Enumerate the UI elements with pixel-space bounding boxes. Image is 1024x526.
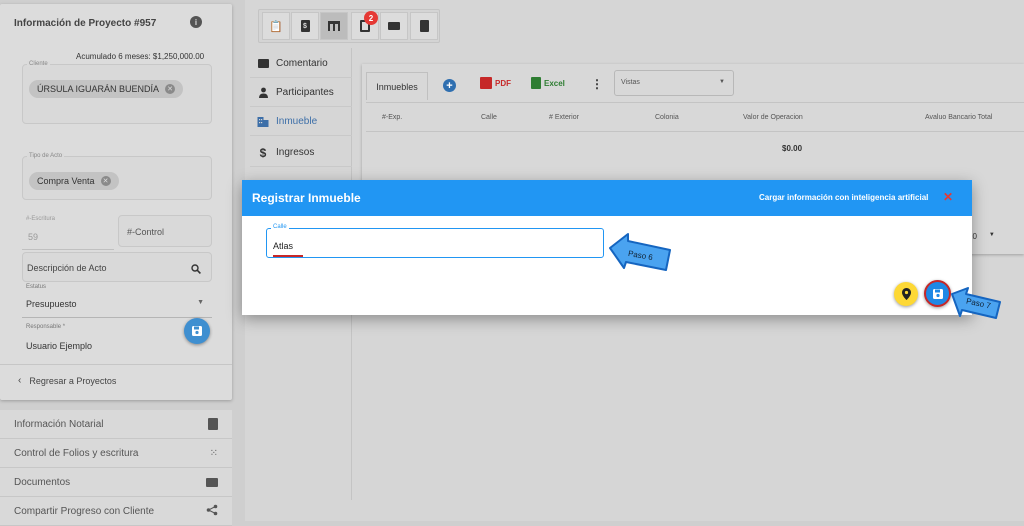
column-header-avaluo[interactable]: Avaluo Bancario Total	[925, 114, 992, 121]
side-nav-item-folios[interactable]: Control de Folios y escritura ⁙	[0, 439, 232, 468]
export-excel-button[interactable]: Excel	[531, 77, 565, 89]
act-type-field[interactable]: Tipo de Acto Compra Venta ✕	[22, 153, 212, 200]
folder-icon	[206, 477, 218, 487]
side-nav-label: Documentos	[14, 476, 71, 488]
document-icon[interactable]	[410, 12, 438, 40]
spellcheck-underline	[273, 255, 303, 257]
save-icon	[932, 288, 943, 299]
project-title: Información de Proyecto #957	[14, 18, 157, 29]
side-nav-item-compartir[interactable]: Compartir Progreso con Cliente	[0, 497, 232, 526]
ai-load-link[interactable]: Cargar información con inteligencia arti…	[759, 193, 928, 202]
print-icon[interactable]	[380, 12, 408, 40]
act-description-placeholder: Descripción de Acto	[27, 263, 107, 273]
excel-icon	[531, 77, 541, 89]
act-type-label: Tipo de Acto	[27, 153, 65, 159]
menu-item-label: Ingresos	[276, 147, 315, 158]
column-header-colonia[interactable]: Colonia	[655, 114, 679, 121]
dropdown-arrow-icon: ▼	[719, 79, 725, 85]
book-icon	[208, 418, 218, 430]
side-nav: Información Notarial Control de Folios y…	[0, 410, 232, 526]
menu-item-comentario[interactable]: Comentario	[250, 50, 352, 78]
column-header-exterior[interactable]: # Exterior	[549, 114, 579, 121]
escritura-field[interactable]: #-Escritura 59	[22, 216, 114, 250]
side-nav-label: Control de Folios y escritura	[14, 447, 139, 459]
side-nav-label: Información Notarial	[14, 418, 104, 430]
client-field[interactable]: Cliente ÚRSULA IGUARÁN BUENDÍA ✕	[22, 61, 212, 124]
menu-item-participantes[interactable]: Participantes	[250, 79, 352, 107]
status-value: Presupuesto	[26, 299, 77, 309]
act-type-chip[interactable]: Compra Venta ✕	[29, 172, 119, 190]
table-total: $0.00	[782, 144, 803, 153]
search-icon[interactable]	[191, 261, 201, 274]
notification-badge: 2	[364, 11, 378, 25]
save-project-button[interactable]	[184, 318, 210, 344]
escritura-label: #-Escritura	[26, 216, 56, 222]
calle-input-value[interactable]: Atlas	[273, 241, 293, 251]
location-pin-icon	[901, 288, 911, 300]
building-icon	[257, 117, 269, 127]
calle-label: Calle	[271, 224, 289, 230]
menu-item-label: Comentario	[276, 58, 328, 69]
side-nav-item-notarial[interactable]: Información Notarial	[0, 410, 232, 439]
project-info-panel: Información de Proyecto #957 i Acumulado…	[0, 4, 232, 400]
register-inmueble-dialog: Registrar Inmueble Cargar información co…	[242, 180, 972, 315]
clipboard-clock-icon[interactable]: 📋	[262, 12, 290, 40]
status-label: Estatus	[26, 284, 47, 290]
remove-chip-icon[interactable]: ✕	[100, 176, 111, 186]
responsible-value: Usuario Ejemplo	[26, 341, 93, 351]
add-inmueble-button[interactable]: +	[443, 79, 456, 92]
control-placeholder: #-Control	[127, 227, 165, 237]
dialog-header: Registrar Inmueble Cargar información co…	[242, 180, 972, 216]
menu-item-label: Inmueble	[276, 116, 318, 127]
act-type-chip-label: Compra Venta	[37, 176, 95, 186]
more-options-icon[interactable]: ⋮	[591, 78, 603, 90]
client-label: Cliente	[27, 61, 50, 67]
save-icon	[192, 326, 202, 336]
info-icon[interactable]: i	[190, 16, 202, 28]
grid-dots-icon: ⁙	[209, 447, 218, 459]
control-field[interactable]: #-Control	[118, 215, 212, 247]
side-nav-item-documentos[interactable]: Documentos	[0, 468, 232, 497]
save-inmueble-button[interactable]	[924, 280, 951, 307]
column-header-valor[interactable]: Valor de Operacion	[743, 114, 803, 121]
menu-item-inmueble[interactable]: Inmueble	[250, 108, 352, 136]
status-select[interactable]: Estatus Presupuesto ▼	[22, 284, 212, 318]
dialog-title: Registrar Inmueble	[252, 191, 361, 205]
tab-inmuebles[interactable]: Inmuebles	[366, 72, 428, 100]
client-chip[interactable]: ÚRSULA IGUARÁN BUENDÍA ✕	[29, 80, 184, 98]
views-placeholder: Vistas	[621, 79, 640, 86]
comment-icon	[257, 59, 269, 68]
pdf-label: PDF	[495, 78, 511, 88]
close-icon[interactable]: ✕	[943, 190, 953, 204]
menu-item-label: Participantes	[276, 87, 334, 98]
act-description-field[interactable]: Descripción de Acto	[22, 252, 212, 282]
escritura-value: 59	[28, 232, 39, 242]
column-header-exp[interactable]: #-Exp.	[382, 114, 402, 121]
share-icon	[206, 504, 218, 519]
client-chip-label: ÚRSULA IGUARÁN BUENDÍA	[37, 84, 160, 94]
receipt-dollar-icon[interactable]: $	[291, 12, 319, 40]
pdf-icon	[480, 77, 492, 89]
table-icon[interactable]	[320, 12, 348, 40]
side-nav-label: Compartir Progreso con Cliente	[14, 505, 155, 517]
person-icon	[258, 87, 268, 98]
responsible-label: Responsable *	[26, 324, 66, 330]
dollar-icon: $	[259, 145, 267, 160]
export-pdf-button[interactable]: PDF	[480, 77, 511, 89]
views-select[interactable]: Vistas ▼	[614, 70, 734, 96]
back-to-projects-link[interactable]: ‹ Regresar a Proyectos	[0, 364, 232, 396]
dropdown-arrow-icon: ▼	[197, 299, 204, 306]
column-header-calle[interactable]: Calle	[481, 114, 497, 121]
location-button[interactable]	[894, 282, 918, 306]
back-label: Regresar a Proyectos	[29, 375, 117, 386]
dropdown-arrow-icon: ▼	[988, 232, 995, 238]
remove-chip-icon[interactable]: ✕	[165, 84, 176, 94]
accumulated-amount: Acumulado 6 meses: $1,250,000.00	[76, 52, 205, 61]
page-size-select[interactable]: 20 ▼	[968, 232, 995, 241]
chevron-left-icon: ‹	[18, 375, 22, 386]
menu-item-ingresos[interactable]: $ Ingresos	[250, 139, 352, 167]
calle-field[interactable]: Calle Atlas	[266, 224, 604, 258]
excel-label: Excel	[544, 78, 565, 88]
